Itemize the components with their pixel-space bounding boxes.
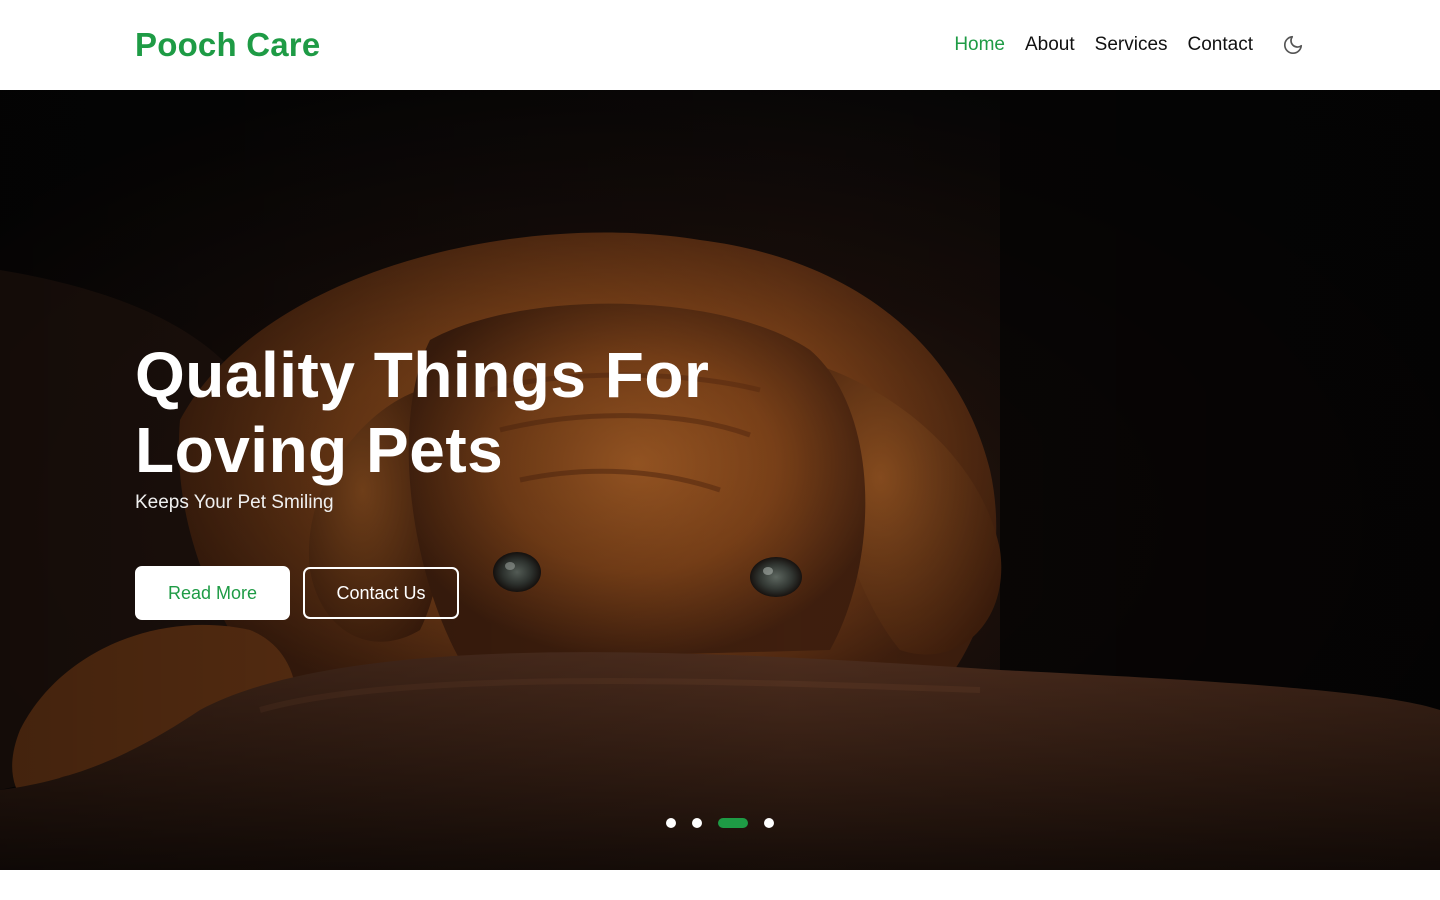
theme-toggle-button[interactable]: [1281, 33, 1305, 57]
moon-icon: [1283, 35, 1303, 55]
slider-dot-4[interactable]: [764, 818, 774, 828]
hero-actions: Read More Contact Us: [135, 566, 709, 620]
hero-title-line-2: Loving Pets: [135, 414, 504, 486]
read-more-button[interactable]: Read More: [135, 566, 290, 620]
page-below-hero: [0, 870, 1440, 900]
slider-dot-3-active[interactable]: [718, 818, 748, 828]
slider-dot-1[interactable]: [666, 818, 676, 828]
brand-logo[interactable]: Pooch Care: [135, 26, 320, 64]
nav-link-services[interactable]: Services: [1095, 0, 1168, 90]
slider-dot-2[interactable]: [692, 818, 702, 828]
hero-slider: Quality Things For Loving Pets Keeps You…: [0, 90, 1440, 870]
nav-link-contact[interactable]: Contact: [1188, 0, 1253, 90]
contact-us-button[interactable]: Contact Us: [303, 567, 459, 619]
hero-title-line-1: Quality Things For: [135, 339, 710, 411]
nav-link-home[interactable]: Home: [954, 0, 1005, 90]
slider-pagination: [666, 818, 790, 828]
site-header: Pooch Care Home About Services Contact: [0, 0, 1440, 90]
nav-link-about[interactable]: About: [1025, 0, 1075, 90]
hero-title: Quality Things For Loving Pets: [135, 338, 709, 488]
hero-content: Quality Things For Loving Pets Keeps You…: [135, 338, 709, 620]
hero-subtitle: Keeps Your Pet Smiling: [135, 492, 334, 513]
main-nav: Home About Services Contact: [954, 0, 1305, 90]
